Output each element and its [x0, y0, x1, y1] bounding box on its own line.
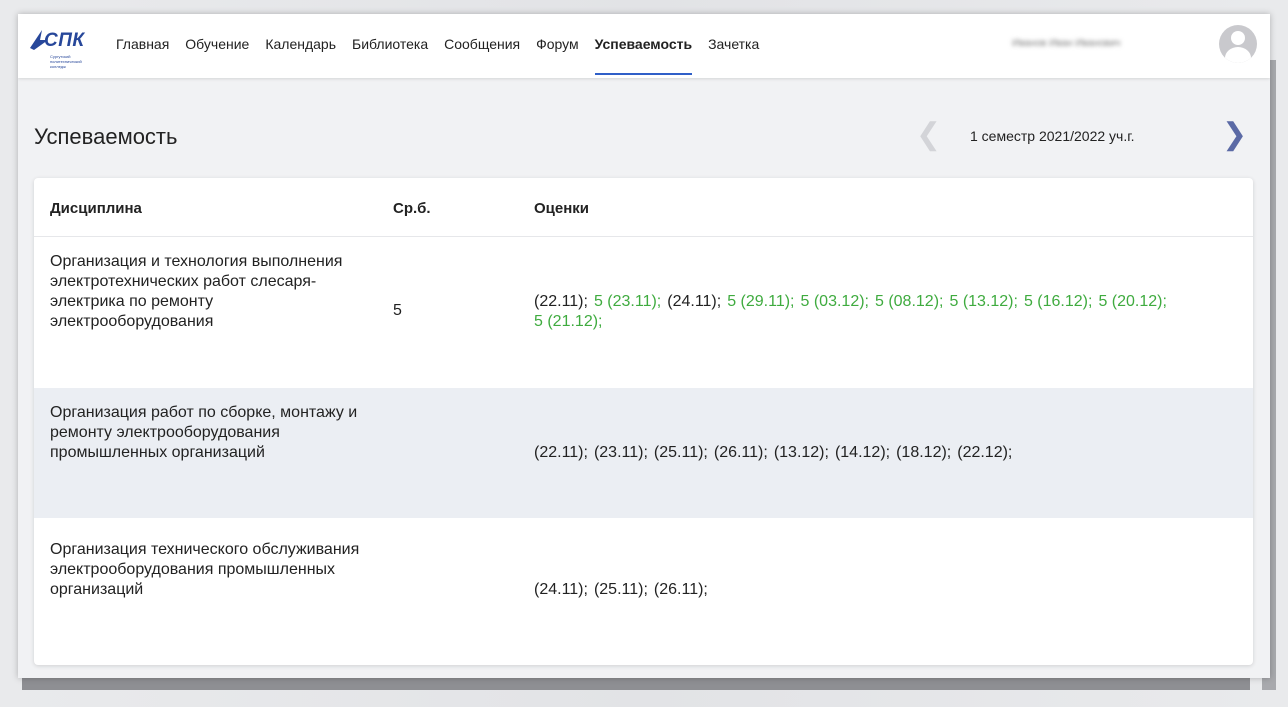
- grade-mark[interactable]: 5 (03.12);: [801, 292, 869, 312]
- grade-mark[interactable]: 5 (21.12);: [534, 312, 602, 332]
- nav-item[interactable]: Форум: [536, 14, 579, 78]
- grades-list: (24.11); (25.11); (26.11);: [534, 580, 1234, 600]
- grade-date[interactable]: (23.11);: [594, 443, 648, 463]
- page-title: Успеваемость: [34, 124, 178, 149]
- chevron-left-icon[interactable]: ❮: [916, 118, 941, 152]
- chevron-right-icon[interactable]: ❯: [1222, 118, 1247, 152]
- table-row: Организация и технология выполнения элек…: [34, 236, 1253, 388]
- grade-mark[interactable]: 5 (20.12);: [1098, 292, 1166, 312]
- grade-mark[interactable]: 5 (23.11);: [594, 292, 661, 312]
- grade-date[interactable]: (26.11);: [714, 443, 768, 463]
- top-navbar: СПК Сургутский политехнический колледж Г…: [18, 14, 1270, 78]
- nav-item[interactable]: Библиотека: [352, 14, 428, 78]
- column-header-average: Ср.б.: [393, 200, 431, 217]
- grade-date[interactable]: (22.11);: [534, 292, 588, 312]
- logo-text: СПК: [44, 30, 85, 51]
- average-score: 5: [393, 302, 402, 319]
- grade-mark[interactable]: 5 (16.12);: [1024, 292, 1092, 312]
- nav-item[interactable]: Успеваемость: [594, 14, 693, 78]
- grades-table: Дисциплина Ср.б. Оценки Организация и те…: [34, 178, 1253, 665]
- grade-mark[interactable]: 5 (08.12);: [875, 292, 943, 312]
- grade-mark[interactable]: 5 (29.11);: [727, 292, 794, 312]
- table-header: Дисциплина Ср.б. Оценки: [34, 178, 1253, 237]
- discipline-name: Организация технического обслуживания эл…: [50, 541, 360, 598]
- grade-mark[interactable]: 5 (13.12);: [949, 292, 1017, 312]
- grade-date[interactable]: (26.11);: [654, 580, 708, 600]
- grades-list: (22.11); 5 (23.11); (24.11); 5 (29.11); 5 (0…: [534, 292, 1234, 332]
- grade-date[interactable]: (24.11);: [534, 580, 588, 600]
- nav-item[interactable]: Сообщения: [444, 14, 520, 78]
- grade-date[interactable]: (22.12);: [957, 443, 1012, 463]
- grade-date[interactable]: (25.11);: [654, 443, 708, 463]
- nav-item[interactable]: Главная: [116, 14, 169, 78]
- avatar-body: [1225, 47, 1251, 63]
- nav-item[interactable]: Обучение: [185, 14, 249, 78]
- table-row: Организация работ по сборке, монтажу и р…: [34, 388, 1253, 518]
- grades-list: (22.11); (23.11); (25.11); (26.11); (13.12);…: [534, 443, 1234, 463]
- user-avatar-icon[interactable]: [1219, 25, 1257, 63]
- semester-label: 1 семестр 2021/2022 уч.г.: [970, 128, 1135, 144]
- grade-date[interactable]: (18.12);: [896, 443, 951, 463]
- column-header-grades: Оценки: [534, 200, 590, 217]
- discipline-name: Организация работ по сборке, монтажу и р…: [50, 404, 358, 461]
- user-name[interactable]: Иванов Иван Иванович: [1012, 38, 1124, 50]
- frame-shadow-bottom: [22, 678, 1250, 690]
- grade-date[interactable]: (22.11);: [534, 443, 588, 463]
- grade-date[interactable]: (13.12);: [774, 443, 829, 463]
- discipline-name: Организация и технология выполнения элек…: [50, 253, 343, 330]
- grade-date[interactable]: (14.12);: [835, 443, 890, 463]
- app-window: СПК Сургутский политехнический колледж Г…: [18, 14, 1270, 678]
- nav-item[interactable]: Зачетка: [708, 14, 759, 78]
- main-nav: Главная Обучение Календарь Библиотека Сообще…: [116, 14, 775, 78]
- column-header-discipline: Дисциплина: [50, 200, 142, 217]
- grade-date[interactable]: (24.11);: [667, 292, 721, 312]
- avatar-head: [1231, 31, 1245, 45]
- nav-item[interactable]: Календарь: [265, 14, 336, 78]
- grade-date[interactable]: (25.11);: [594, 580, 648, 600]
- college-logo[interactable]: СПК Сургутский политехнический колледж: [30, 24, 100, 69]
- logo-subtitle: Сургутский политехнический колледж: [50, 54, 82, 69]
- table-row: Организация технического обслуживания эл…: [34, 518, 1253, 665]
